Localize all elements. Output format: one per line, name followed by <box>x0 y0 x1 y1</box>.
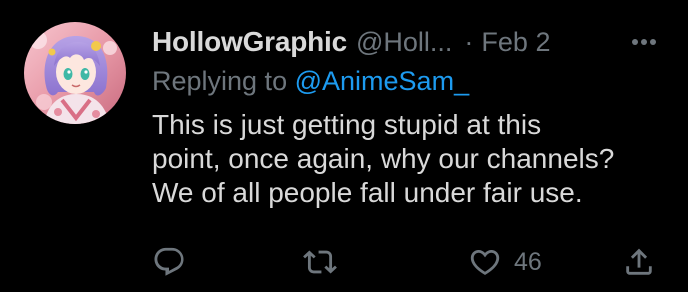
tweet-date[interactable]: Feb 2 <box>481 27 550 58</box>
user-handle[interactable]: @Holl... <box>356 27 452 58</box>
replying-to-mention[interactable]: @AnimeSam_ <box>295 66 469 96</box>
share-button[interactable] <box>622 244 656 280</box>
retweet-button[interactable] <box>302 244 338 280</box>
reply-button[interactable] <box>152 244 186 280</box>
share-icon <box>626 248 652 275</box>
tweet-text-line: We of all people fall under fair use. <box>152 177 583 208</box>
reply-icon <box>154 247 184 276</box>
separator-dot: · <box>464 26 474 57</box>
more-icon[interactable] <box>626 30 662 54</box>
tweet-header: HollowGraphic @Holl... · Feb 2 <box>152 24 662 60</box>
action-bar: 46 <box>152 244 662 280</box>
tweet-text-line: This is just getting stupid at this <box>152 109 542 140</box>
retweet-icon <box>303 250 337 274</box>
tweet-text-line: point, once again, why our channels? <box>152 143 615 174</box>
tweet[interactable]: HollowGraphic @Holl... · Feb 2 Replying … <box>0 0 688 292</box>
like-icon <box>470 249 500 275</box>
tweet-text: This is just getting stupid at this poin… <box>152 108 662 210</box>
like-count: 46 <box>514 247 542 276</box>
avatar[interactable] <box>24 22 126 124</box>
display-name[interactable]: HollowGraphic <box>152 26 347 58</box>
like-button[interactable]: 46 <box>468 244 542 280</box>
replying-to: Replying to @AnimeSam_ <box>152 66 469 97</box>
replying-to-prefix: Replying to <box>152 66 288 96</box>
avatar-image <box>24 22 126 124</box>
